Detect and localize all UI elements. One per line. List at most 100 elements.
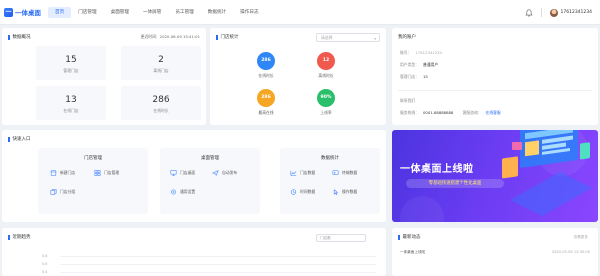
top-bar: 一 一体桌面 首页 门店管理 桌面管理 一体屏管 员工管理 数据统计 操作日志 …: [0, 0, 600, 25]
item-label: 门店管理: [104, 170, 120, 175]
stat-label: 离线门店: [153, 68, 169, 73]
store-select[interactable]: 请选择 ▾: [316, 33, 380, 42]
quick-terminal-data[interactable]: 终端数据: [332, 170, 357, 176]
quick-group-stores: 门店管理 新建门店 门店管理 门店分组: [38, 148, 148, 214]
nav-item-stores[interactable]: 门店管理: [71, 7, 103, 18]
gear-icon: [171, 189, 176, 195]
trend-metric-select[interactable]: 门店数: [316, 234, 366, 242]
stat-online-stores[interactable]: 13 在线门店: [36, 86, 106, 120]
news-card: 最新动态 查看更多 一体桌面上线啦 2020-05-06 12:30:00: [392, 228, 598, 276]
section-marker: [8, 34, 10, 40]
circle-label: 在线时长: [258, 73, 274, 78]
grid-line: [60, 272, 376, 273]
stat-online-duration[interactable]: 286 在线时长: [121, 86, 201, 120]
send-icon: [212, 170, 219, 176]
phone-value: 0001-88888888: [422, 110, 454, 115]
stat-offline-stores[interactable]: 2 离线门店: [121, 46, 201, 80]
quick-group-statistics: 数据统计 门店数据 终端数据 时间数据 操作数据: [280, 148, 380, 214]
quick-entry-card: 快速入口 门店管理 新建门店 门店管理 门店分组 桌面管理 门店桌面 自动发布 …: [2, 130, 386, 222]
nav-item-logs[interactable]: 操作日志: [233, 7, 265, 18]
stat-circle-rate[interactable]: 90% 上线率: [306, 89, 346, 116]
online-service-link[interactable]: 在线客服: [486, 110, 501, 115]
row-label: 管理门店：: [400, 74, 419, 79]
stat-circle-offline[interactable]: 12 离线时长: [306, 52, 346, 79]
stat-value: 2: [158, 55, 164, 65]
stat-label: 在线门店: [63, 108, 79, 113]
nav-item-home[interactable]: 首页: [48, 6, 72, 18]
monitor-icon: [170, 170, 177, 176]
y-tick: 0.8: [42, 254, 48, 258]
quick-auto-publish[interactable]: 自动发布: [212, 170, 237, 176]
grid-icon: [94, 170, 101, 176]
row-label: 用户类型：: [400, 62, 419, 67]
phone-label: 服务热线：: [400, 110, 419, 115]
nav-item-desktops[interactable]: 桌面管理: [104, 7, 136, 18]
circle-value: 286: [257, 52, 275, 70]
nav-item-screens[interactable]: 一体屏管: [136, 7, 168, 18]
bell-icon[interactable]: [524, 8, 533, 17]
account-id-row: 账号： 17612341234: [400, 50, 442, 56]
group-title: 门店管理: [84, 156, 102, 161]
item-label: 门店分组: [60, 189, 76, 194]
section-marker: [216, 34, 218, 40]
overview-card: 数据概况 更近时间：2020-06-09 15:41:01 15 管理门店 2 …: [2, 28, 206, 125]
terminal-icon: [332, 170, 339, 175]
banner-title: 一体桌面上线啦: [400, 164, 474, 175]
divider: [398, 90, 592, 91]
circle-label: 上线率: [320, 110, 332, 115]
line-chart-icon: [290, 170, 297, 176]
y-tick: 0.4: [42, 270, 48, 274]
quick-general-settings[interactable]: 通用设置: [170, 189, 195, 195]
avatar[interactable]: [549, 8, 558, 17]
quick-store-data[interactable]: 门店数据: [290, 170, 315, 176]
section-marker: [8, 234, 10, 240]
quick-store-desktop[interactable]: 门店桌面: [170, 170, 195, 176]
nav-item-statistics[interactable]: 数据统计: [201, 7, 233, 18]
stat-circle-peak[interactable]: 286 最高在线: [246, 89, 286, 116]
news-item[interactable]: 一体桌面上线啦 2020-05-06 12:30:00: [400, 250, 590, 255]
promo-banner[interactable]: 一体桌面上线啦 零基础快速搭建个性化桌面: [392, 130, 598, 222]
banner-subtitle: 零基础快速搭建个性化桌面: [406, 179, 504, 188]
contact-row: 服务热线： 0001-88888888 客服咨询： 在线客服: [400, 110, 501, 116]
account-type-row: 用户类型： 普通用户: [400, 62, 438, 68]
quick-store-groups[interactable]: 门店分组: [50, 189, 75, 195]
banner-illustration: [400, 130, 592, 222]
section-marker: [398, 234, 400, 240]
chevron-down-icon: ▾: [374, 37, 376, 41]
view-more-link[interactable]: 查看更多: [574, 235, 588, 240]
stat-circle-online[interactable]: 286 在线时长: [246, 52, 286, 79]
item-label: 时间数据: [300, 189, 316, 194]
stat-managed-stores[interactable]: 15 管理门店: [36, 46, 106, 80]
y-tick: 0.6: [42, 262, 48, 266]
nav-item-staff[interactable]: 员工管理: [168, 7, 200, 18]
stat-label: 管理门店: [63, 68, 79, 73]
logo[interactable]: 一 一体桌面: [4, 7, 48, 17]
select-value: 门店数: [320, 236, 331, 240]
quick-store-manage[interactable]: 门店管理: [94, 170, 119, 176]
overview-title: 数据概况: [12, 35, 31, 40]
circle-label: 最高在线: [258, 110, 274, 115]
username[interactable]: 17612341234: [561, 10, 593, 15]
store-icon: [50, 170, 57, 176]
account-title: 我的账户: [398, 35, 416, 40]
quick-time-data[interactable]: 时间数据: [290, 189, 315, 195]
group-title: 数据统计: [321, 156, 339, 161]
contact-heading: 联系我们: [400, 98, 416, 103]
quick-new-store[interactable]: 新建门店: [50, 170, 75, 176]
store-stats-title: 门店统计: [220, 35, 239, 40]
item-label: 自动发布: [222, 170, 238, 175]
pointer-icon: [333, 189, 339, 195]
news-date: 2020-05-06 12:30:00: [551, 250, 590, 254]
quick-operation-data[interactable]: 操作数据: [332, 189, 357, 195]
row-label: 账号：: [400, 50, 412, 55]
item-label: 操作数据: [342, 189, 358, 194]
grid-line: [60, 256, 376, 257]
account-card: 我的账户 账号： 17612341234 用户类型： 普通用户 管理门店： 15 联系…: [392, 28, 598, 125]
trend-title: 近期趋势: [12, 235, 31, 240]
clock-icon: [290, 189, 297, 195]
store-stats-card: 门店统计 请选择 ▾ 286 在线时长 12 离线时长 286 最高在线 90% …: [210, 28, 386, 125]
logo-text: 一体桌面: [15, 9, 41, 17]
stat-value: 13: [65, 95, 77, 105]
quick-group-desktops: 桌面管理 门店桌面 自动发布 通用设置: [160, 148, 260, 214]
row-value: 17612341234: [415, 50, 442, 55]
